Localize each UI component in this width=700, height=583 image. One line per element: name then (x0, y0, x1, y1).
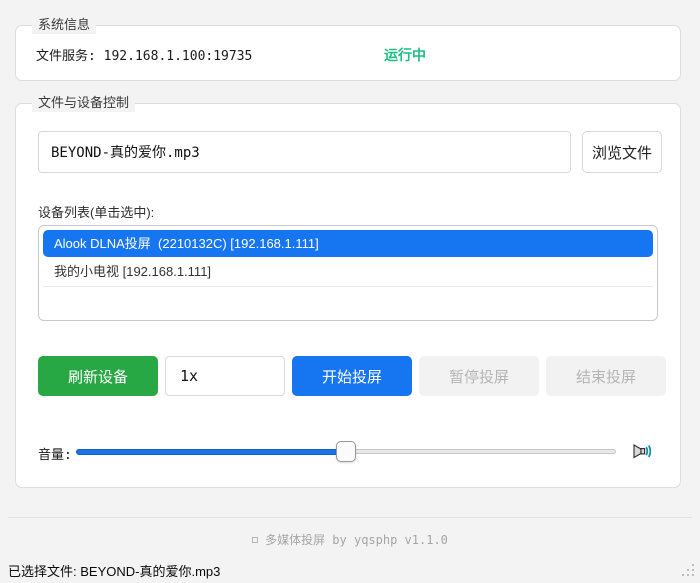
volume-slider-thumb[interactable] (336, 441, 356, 462)
footer-credit-text: 多媒体投屏 by yqsphp v1.1.0 (265, 533, 448, 547)
volume-slider[interactable] (76, 441, 616, 463)
device-list: Alook DLNA投屏 (2210132C) [192.168.1.111] … (38, 225, 658, 321)
device-list-label: 设备列表(单击选中): (38, 205, 155, 220)
refresh-devices-button[interactable]: 刷新设备 (38, 356, 158, 396)
device-list-item[interactable]: 我的小电视 [192.168.1.111] (43, 257, 653, 287)
system-info-group: 系统信息 文件服务: 192.168.1.100:19735 运行中 (15, 16, 681, 81)
pause-cast-button[interactable]: 暂停投屏 (419, 356, 539, 396)
volume-label: 音量: (38, 448, 72, 463)
running-status-badge: 运行中 (384, 47, 426, 63)
speaker-icon (632, 440, 654, 462)
app-window: { "colors": { "accent_blue": "#1676f2", … (0, 0, 700, 583)
resize-grip[interactable] (680, 563, 696, 579)
footer-square-glyph-icon (252, 537, 259, 543)
volume-slider-fill (76, 449, 346, 455)
device-list-item-selected[interactable]: Alook DLNA投屏 (2210132C) [192.168.1.111] (43, 230, 653, 257)
file-device-control-group-title: 文件与设备控制 (32, 94, 136, 112)
file-service-value: 文件服务: 192.168.1.100:19735 (36, 49, 253, 64)
statusbar-selected-file: 已选择文件: BEYOND-真的爱你.mp3 (8, 564, 221, 579)
stop-cast-button[interactable]: 结束投屏 (546, 356, 666, 396)
playback-rate-input[interactable] (165, 356, 285, 396)
file-path-input[interactable] (38, 131, 571, 173)
browse-file-button[interactable]: 浏览文件 (582, 131, 662, 173)
start-cast-button[interactable]: 开始投屏 (292, 356, 412, 396)
file-device-control-group: 文件与设备控制 浏览文件 设备列表(单击选中): Alook DLNA投屏 (2… (15, 94, 681, 488)
system-info-group-title: 系统信息 (32, 16, 97, 34)
footer-credit: 多媒体投屏 by yqsphp v1.1.0 (0, 531, 700, 548)
footer-divider (8, 517, 692, 518)
